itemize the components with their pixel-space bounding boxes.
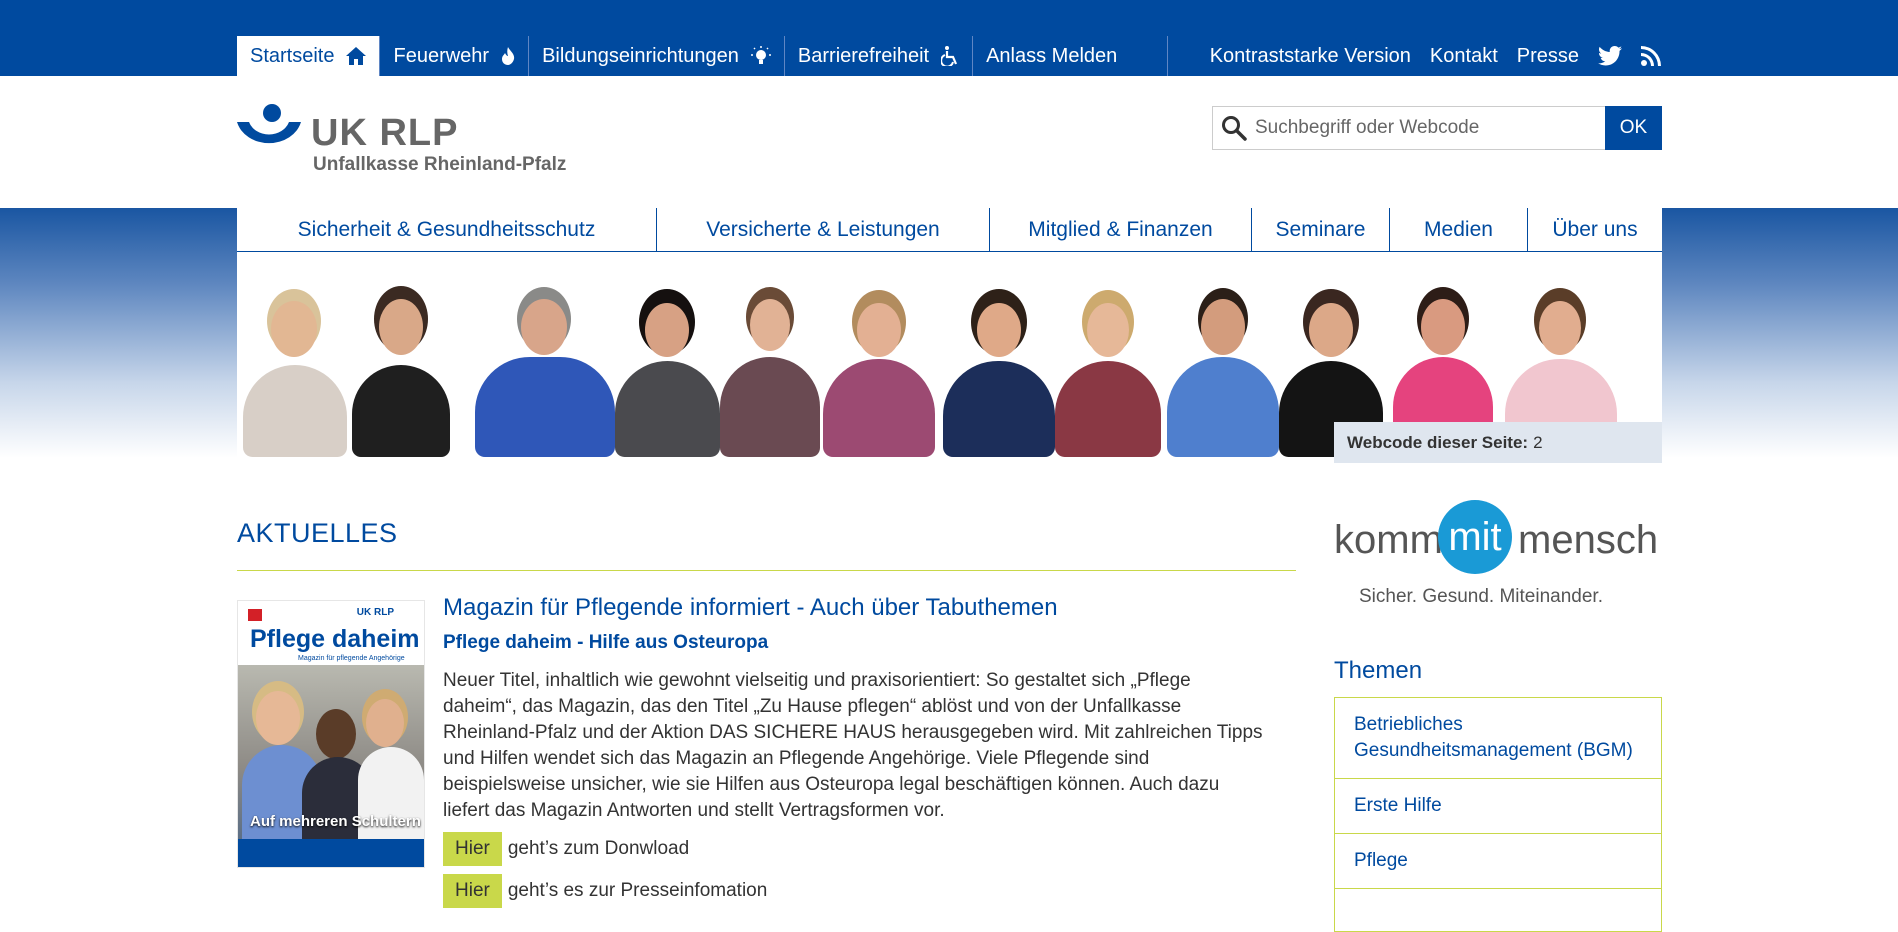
twitter-icon[interactable] (1598, 46, 1622, 66)
logo-subtitle: Unfallkasse Rheinland-Pfalz (313, 154, 567, 175)
download-button[interactable]: Hier (443, 832, 502, 866)
topnav-label: Feuerwehr (393, 44, 490, 67)
topnav-feuerwehr[interactable]: Feuerwehr (379, 36, 528, 76)
top-navigation: Startseite Feuerwehr Bildungseinrichtung… (237, 36, 1169, 76)
rss-icon[interactable] (1641, 46, 1661, 66)
magazine-cover-line: Auf mehreren Schultern (250, 813, 421, 830)
search-input[interactable]: Suchbegriff oder Webcode (1212, 106, 1605, 150)
fire-icon (501, 47, 515, 65)
search-form: Suchbegriff oder Webcode OK (1212, 106, 1662, 150)
team-member (1167, 277, 1279, 457)
contact-link[interactable]: Kontakt (1430, 45, 1498, 68)
search-submit-button[interactable]: OK (1605, 106, 1662, 150)
search-icon (1221, 115, 1247, 141)
mainnav-mitglied[interactable]: Mitglied & Finanzen (989, 208, 1251, 251)
press-link[interactable]: Presse (1517, 45, 1579, 68)
mainnav-sicherheit[interactable]: Sicherheit & Gesundheitsschutz (237, 208, 656, 251)
article-title[interactable]: Magazin für Pflegende informiert - Auch … (443, 594, 1263, 622)
team-member (475, 277, 615, 457)
news-article: Magazin für Pflegende informiert - Auch … (443, 594, 1263, 908)
themen-title: Themen (1334, 657, 1423, 684)
magazine-brand: UK RLP (356, 607, 394, 618)
themen-item-more[interactable] (1335, 889, 1661, 931)
lightbulb-icon (750, 46, 771, 66)
download-row: Hier geht’s zum Donwload (443, 832, 1263, 866)
magazine-photo: Auf mehreren Schultern (238, 665, 424, 839)
magazine-cover-image[interactable]: UK RLP Pflege daheim Magazin für pflegen… (237, 600, 425, 868)
themen-item-bgm[interactable]: Betriebliches Gesundheitsmanagement (BGM… (1335, 698, 1661, 779)
themen-item-erste-hilfe[interactable]: Erste Hilfe (1335, 779, 1661, 834)
section-title: AKTUELLES (237, 518, 398, 549)
article-subtitle: Pflege daheim - Hilfe aus Osteuropa (443, 632, 769, 653)
topnav-bildungseinrichtungen[interactable]: Bildungseinrichtungen (528, 36, 784, 76)
press-info-text: geht’s es zur Presseinfomation (507, 880, 768, 901)
webcode-box: Webcode dieser Seite: 2 (1334, 422, 1662, 463)
kmm-tagline: Sicher. Gesund. Miteinander. (1359, 586, 1603, 607)
top-links: Kontraststarke Version Kontakt Presse (1210, 36, 1661, 76)
topnav-label: Startseite (250, 44, 335, 67)
mainnav-versicherte[interactable]: Versicherte & Leistungen (656, 208, 989, 251)
download-text: geht’s zum Donwload (507, 838, 690, 859)
mainnav-seminare[interactable]: Seminare (1251, 208, 1389, 251)
home-icon (346, 47, 367, 65)
team-member (243, 277, 347, 457)
kmm-left: komm (1334, 518, 1443, 562)
magazine-footer (238, 839, 424, 867)
team-member (943, 277, 1055, 457)
kmm-right: mensch (1518, 518, 1659, 562)
haus-logo-icon (248, 609, 262, 621)
press-row: Hier geht’s es zur Presseinfomation (443, 874, 1263, 908)
team-member (1055, 277, 1161, 457)
topnav-barrierefreiheit[interactable]: Barrierefreiheit (783, 36, 972, 76)
press-info-button[interactable]: Hier (443, 874, 502, 908)
magazine-title: Pflege daheim (250, 625, 420, 653)
kmm-mid: mit (1438, 500, 1512, 574)
topnav-anlass-melden[interactable]: Anlass Melden (972, 36, 1169, 76)
team-member (823, 277, 935, 457)
wheelchair-icon (941, 46, 959, 66)
topnav-label: Anlass Melden (986, 44, 1118, 67)
article-body: Neuer Titel, inhaltlich wie gewohnt viel… (443, 670, 1263, 821)
uk-rlp-logo[interactable]: UK RLP Unfallkasse Rheinland-Pfalz (237, 104, 567, 181)
logo-title: UK RLP (311, 112, 459, 154)
section-divider (237, 570, 1296, 571)
team-member (720, 277, 820, 457)
kommmitmensch-logo[interactable]: komm mit mensch Sicher. Gesund. Miteinan… (1334, 500, 1662, 620)
webcode-value: 2 (1533, 432, 1543, 452)
mainnav-medien[interactable]: Medien (1389, 208, 1527, 251)
mainnav-ueber-uns[interactable]: Über uns (1527, 208, 1662, 251)
topnav-label: Barrierefreiheit (797, 44, 930, 67)
magazine-tagline: Magazin für pflegende Angehörige (298, 655, 405, 662)
topnav-startseite[interactable]: Startseite (237, 36, 380, 76)
webcode-label: Webcode dieser Seite: (1347, 432, 1529, 452)
search-placeholder: Suchbegriff oder Webcode (1255, 117, 1480, 138)
topnav-label: Bildungseinrichtungen (542, 44, 739, 67)
team-member (615, 277, 720, 457)
contrast-version-link[interactable]: Kontraststarke Version (1210, 45, 1411, 68)
main-navigation: Sicherheit & Gesundheitsschutz Versicher… (237, 208, 1662, 252)
themen-list: Betriebliches Gesundheitsmanagement (BGM… (1334, 697, 1662, 932)
team-member (352, 277, 450, 457)
themen-item-pflege[interactable]: Pflege (1335, 834, 1661, 889)
